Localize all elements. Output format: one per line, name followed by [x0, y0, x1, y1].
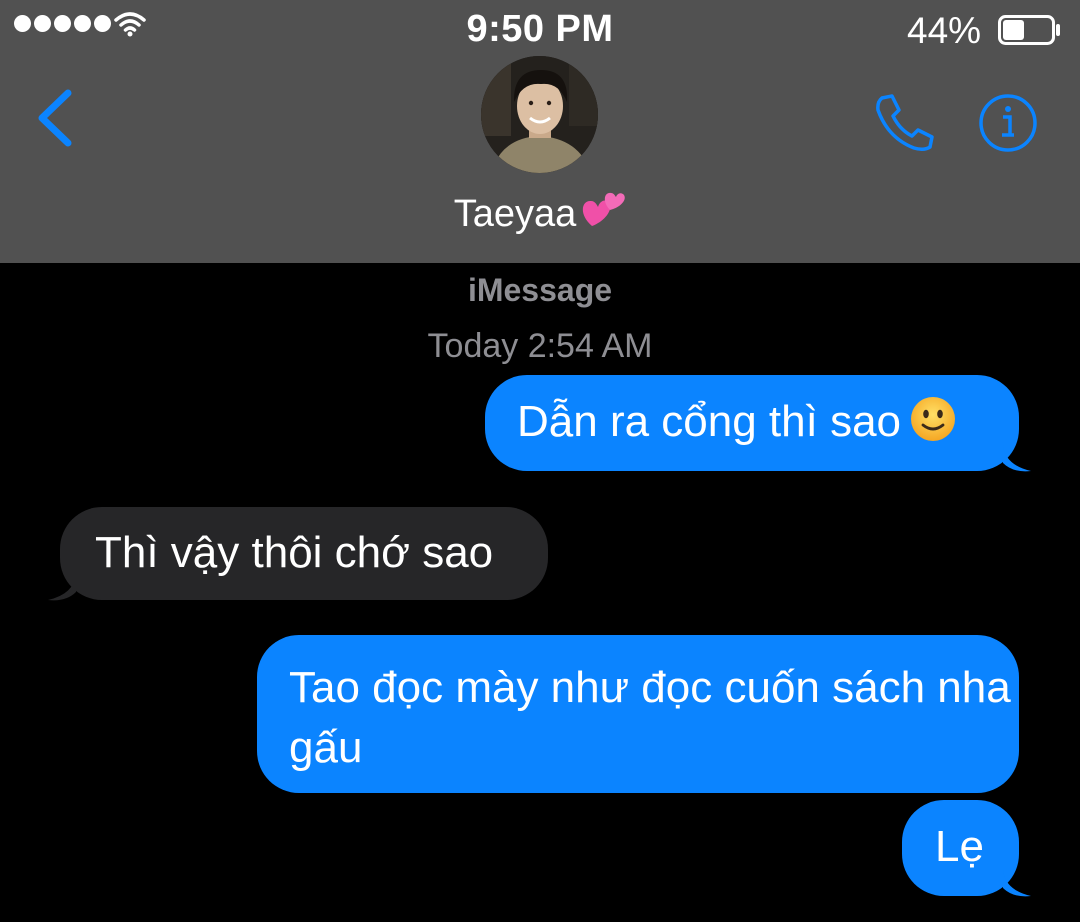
sent-message-bubble[interactable]: Tao đọc mày như đọc cuốn sách nha gấu	[257, 635, 1019, 793]
contact-name-label: Taeyaa	[453, 193, 577, 235]
bubble-tail	[48, 574, 76, 601]
message-text: Thì vậy thôi chớ sao	[95, 528, 494, 577]
contact-avatar[interactable]	[481, 56, 598, 173]
sent-message-bubble[interactable]: Dẫn ra cổng thì sao	[485, 375, 1031, 472]
info-icon[interactable]	[978, 93, 1038, 153]
message-text: Tao đọc mày như đọc cuốn sách nha gấu	[289, 663, 1011, 772]
message-text: Dẫn ra cổng thì sao	[517, 397, 902, 446]
slightly-smiling-face-emoji	[909, 395, 957, 459]
message-timestamp: Today 2:54 AM	[427, 327, 653, 365]
chevron-left-icon[interactable]	[34, 88, 74, 148]
avatar-photo	[481, 56, 598, 173]
service-label: iMessage	[467, 272, 613, 308]
sent-message-bubble[interactable]: Lẹ	[902, 800, 1031, 897]
battery-percentage: 44%	[907, 10, 982, 51]
received-message-bubble[interactable]: Thì vậy thôi chớ sao	[48, 507, 548, 601]
message-text: Lẹ	[935, 822, 984, 871]
phone-icon[interactable]	[874, 92, 936, 152]
two-hearts-emoji	[582, 188, 626, 240]
contact-name[interactable]: Taeyaa	[0, 188, 1080, 240]
bubble-tail	[1003, 445, 1031, 472]
conversation-header: 9:50 PM 44% Taeyaa	[0, 0, 1080, 263]
bubble-tail	[1003, 870, 1031, 897]
battery-icon	[998, 15, 1060, 45]
